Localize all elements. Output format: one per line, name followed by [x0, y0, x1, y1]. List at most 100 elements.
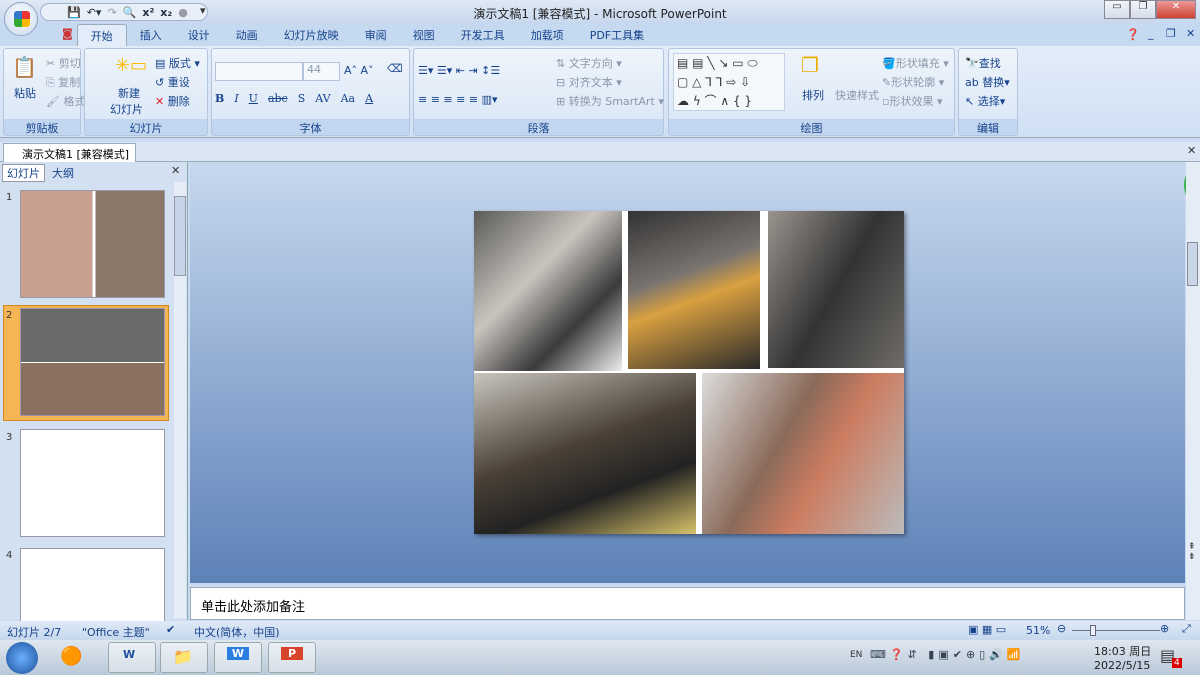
paste-icon[interactable]: 📋	[12, 55, 37, 79]
find-button[interactable]: 🔭查找	[965, 55, 1001, 71]
font-color-button[interactable]: A	[365, 92, 373, 105]
close-document-icon[interactable]: ✕	[1187, 144, 1196, 157]
slides-group-label: 幻灯片	[85, 119, 207, 135]
char-spacing-button[interactable]: AV	[315, 92, 330, 105]
arrange-button[interactable]: 排列	[802, 87, 824, 103]
delete-slide-button[interactable]: ✕ 删除	[155, 93, 190, 109]
paragraph-group-label: 段落	[414, 119, 663, 135]
select-button[interactable]: ↖ 选择▾	[965, 93, 1005, 109]
replace-button[interactable]: ab 替换▾	[965, 74, 1010, 90]
new-slide-button[interactable]: 新建	[118, 85, 140, 101]
app-launcher-icon[interactable]: 🟠	[60, 646, 82, 667]
taskbar-wps[interactable]: W	[214, 642, 262, 673]
zoom-out-icon[interactable]: ⊖	[1057, 622, 1066, 635]
bold-button[interactable]: B	[215, 92, 224, 105]
photo-boy-washing[interactable]	[474, 211, 622, 371]
slide-number: 1	[6, 192, 13, 203]
shadow-button[interactable]: S	[298, 92, 306, 105]
font-size-combobox[interactable]: 44	[303, 62, 340, 81]
view-buttons[interactable]: ▣ ▦ ▭	[968, 623, 1006, 636]
reset-button[interactable]: ↺ 重设	[155, 74, 190, 90]
tab-review[interactable]: 审阅	[352, 24, 400, 46]
new-slide-dropdown[interactable]: 幻灯片	[110, 101, 143, 117]
language-indicator[interactable]: 中文(简体，中国)	[194, 624, 280, 640]
tab-view[interactable]: 视图	[400, 24, 448, 46]
spellcheck-icon[interactable]: ✔	[166, 623, 175, 636]
minimize-button[interactable]: ▭	[1104, 0, 1130, 19]
restore-button[interactable]: ❐	[1130, 0, 1156, 19]
taskbar-word[interactable]: W	[108, 642, 156, 673]
ribbon-restore-icon[interactable]: ❐	[1166, 27, 1176, 40]
grow-font-icon[interactable]: A˄ A˅	[344, 64, 374, 77]
input-language[interactable]: EN	[850, 650, 862, 660]
tab-insert[interactable]: 插入	[127, 24, 175, 46]
font-name-combobox[interactable]	[215, 62, 303, 81]
zoom-in-icon[interactable]: ⊕	[1160, 622, 1169, 635]
zoom-slider[interactable]	[1072, 630, 1160, 631]
change-case-button[interactable]: Aa	[341, 92, 356, 105]
copy-button[interactable]: ⎘ 复制	[46, 74, 80, 90]
underline-button[interactable]: U	[249, 92, 258, 105]
quick-styles-button[interactable]: 快速样式	[835, 87, 879, 103]
italic-button[interactable]: I	[234, 92, 238, 105]
new-slide-icon[interactable]: ✳▭	[115, 55, 147, 76]
cut-button[interactable]: ✂ 剪切	[46, 55, 81, 71]
notes-pane[interactable]: 单击此处添加备注	[190, 587, 1185, 620]
layout-button[interactable]: ▤ 版式 ▾	[155, 55, 200, 71]
vertical-scrollbar[interactable]: ⇞ ⇟	[1186, 162, 1200, 620]
photo-stove-cooking[interactable]	[474, 373, 696, 534]
clock-date[interactable]: 2022/5/15	[1094, 659, 1150, 672]
photo-boy-pot[interactable]	[768, 211, 904, 368]
ribbon: 📋 粘贴 ✂ 剪切 ⎘ 复制 🖌 格式刷 剪贴板 ✳▭ 新建 幻灯片 ▤ 版式 …	[0, 46, 1200, 138]
fit-to-window-icon[interactable]: ⤢	[1182, 622, 1191, 636]
ribbon-minimize-icon[interactable]: _	[1148, 27, 1154, 40]
pane-tab-slides[interactable]: 幻灯片	[2, 164, 45, 182]
tab-animations[interactable]: 动画	[223, 24, 271, 46]
shape-effects-button[interactable]: ▫形状效果 ▾	[882, 93, 943, 109]
title-bar: 💾 ↶▾ ↷ 🔍 x² x₂ ● ▾ 演示文稿1 [兼容模式] - Micros…	[0, 0, 1200, 24]
taskbar-powerpoint[interactable]: P	[268, 642, 316, 673]
clock-time[interactable]: 18:03 周日	[1094, 643, 1151, 659]
document-tab-bar: 演示文稿1 [兼容模式] ✕	[0, 142, 1200, 165]
smartart-button[interactable]: ⊞ 转换为 SmartArt ▾	[556, 93, 664, 109]
tab-slideshow[interactable]: 幻灯片放映	[271, 24, 352, 46]
photo-boy-faucet[interactable]	[628, 211, 760, 369]
bullets-icon[interactable]: ☰▾ ☰▾ ⇤ ⇥ ↕☰	[418, 64, 500, 77]
tray-icons[interactable]: ⌨❓⇵ ▮▣✔⊕▯🔊📶	[870, 648, 1025, 661]
tab-pdf-tools[interactable]: PDF工具集	[577, 24, 657, 46]
slide-thumbnail-1[interactable]	[20, 190, 165, 298]
start-button[interactable]	[6, 642, 38, 674]
ribbon-close-icon[interactable]: ✕	[1186, 27, 1195, 40]
close-pane-icon[interactable]: ✕	[171, 164, 180, 177]
zoom-level[interactable]: 51%	[1026, 624, 1050, 637]
slide-thumbnail-2[interactable]	[20, 308, 165, 416]
theme-name[interactable]: "Office 主题"	[82, 624, 150, 640]
tab-home[interactable]: 开始	[76, 24, 127, 46]
close-button[interactable]: ✕	[1156, 0, 1196, 19]
photo-boy-sink[interactable]	[702, 373, 904, 534]
current-slide[interactable]	[474, 211, 904, 534]
pane-scrollbar[interactable]	[174, 182, 186, 618]
tab-design[interactable]: 设计	[175, 24, 223, 46]
office-button[interactable]	[4, 2, 38, 36]
text-direction-button[interactable]: ⇅ 文字方向 ▾	[556, 55, 622, 71]
help-icon[interactable]: ❓	[1126, 28, 1140, 41]
slide-thumbnail-3[interactable]	[20, 429, 165, 537]
align-icons[interactable]: ≡ ≡ ≡ ≡ ≡ ▥▾	[418, 93, 497, 106]
pane-tab-outline[interactable]: 大纲	[52, 165, 74, 181]
tab-developer[interactable]: 开发工具	[448, 24, 518, 46]
align-text-button[interactable]: ⊟ 对齐文本 ▾	[556, 74, 622, 90]
zoom-slider-thumb[interactable]	[1090, 625, 1096, 636]
tab-addins[interactable]: 加载项	[518, 24, 577, 46]
pdf-addin-icon[interactable]: ◙	[62, 24, 73, 46]
arrange-icon[interactable]: ❐	[801, 53, 819, 77]
shape-fill-button[interactable]: 🪣形状填充 ▾	[882, 55, 949, 71]
taskbar-explorer[interactable]: 📁	[160, 642, 208, 673]
shapes-gallery[interactable]: ▤ ▤ ╲ ↘ ▭ ⬭ ▢ △ ⅂ ⅂ ⇨ ⇩ ☁ ϟ ⌒ ∧ { }	[673, 53, 785, 111]
slide-thumbnail-4[interactable]	[20, 548, 165, 628]
strikethrough-button[interactable]: abc	[268, 92, 288, 105]
shape-outline-button[interactable]: ✎形状轮廓 ▾	[882, 74, 944, 90]
paste-button[interactable]: 粘贴	[14, 85, 36, 101]
prev-next-slide-icon[interactable]: ⇞ ⇟	[1188, 542, 1196, 562]
clear-formatting-icon[interactable]: ⌫	[387, 62, 403, 75]
